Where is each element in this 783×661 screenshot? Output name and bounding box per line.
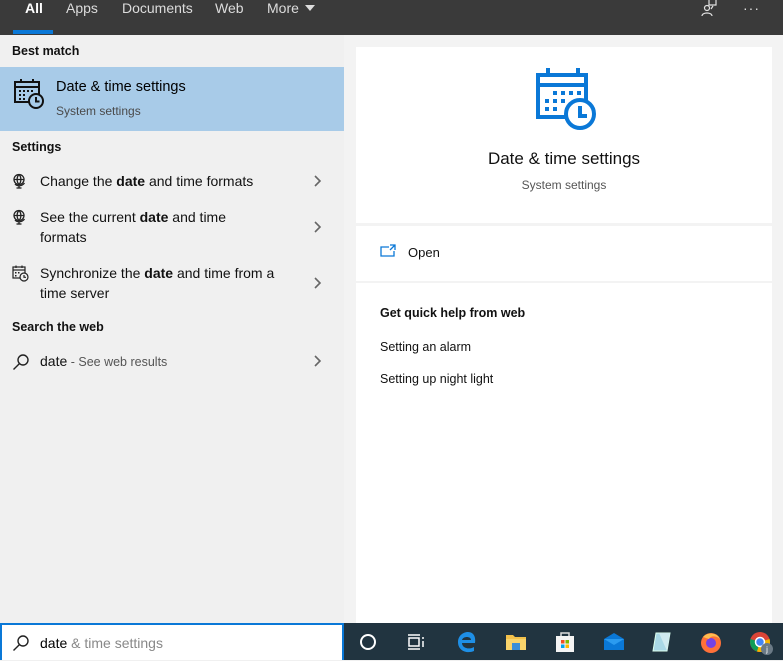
chevron-right-icon[interactable] xyxy=(312,174,322,188)
globe-icon xyxy=(12,209,28,230)
tab-documents[interactable]: Documents xyxy=(122,0,193,35)
results-panel: Best match Date & time settings System s… xyxy=(0,35,344,623)
task-view-icon[interactable] xyxy=(404,630,428,654)
tab-web-label: Web xyxy=(215,0,244,16)
chevron-right-icon[interactable] xyxy=(312,220,322,234)
settings-result-text: Synchronize the date and time from a tim… xyxy=(40,263,290,303)
preview-subtitle: System settings xyxy=(521,178,607,192)
tab-apps[interactable]: Apps xyxy=(66,0,98,35)
settings-result-text: Change the date and time formats xyxy=(40,171,290,191)
firefox-icon[interactable] xyxy=(699,630,723,654)
search-input[interactable]: date & time settings xyxy=(0,623,344,660)
chevron-right-icon[interactable] xyxy=(312,276,322,290)
search-icon xyxy=(12,634,30,657)
edge-icon[interactable] xyxy=(455,630,479,654)
caret-down-icon xyxy=(304,5,315,11)
tab-more[interactable]: More xyxy=(267,0,315,35)
svg-text:j: j xyxy=(765,645,768,654)
web-query: date xyxy=(40,353,68,369)
open-label: Open xyxy=(408,245,440,260)
chevron-right-icon[interactable] xyxy=(312,354,322,368)
search-query: date & time settings xyxy=(40,635,163,651)
more-options-glyph: ··· xyxy=(743,0,760,16)
globe-icon xyxy=(12,173,28,194)
text-highlight: date xyxy=(144,265,174,281)
mail-icon[interactable] xyxy=(602,630,626,654)
tab-web[interactable]: Web xyxy=(215,0,244,35)
text-highlight: date xyxy=(139,209,169,225)
text-pre: Change the xyxy=(40,173,117,189)
settings-result-sync-time[interactable]: Synchronize the date and time from a tim… xyxy=(0,263,344,305)
tab-more-label: More xyxy=(267,0,299,16)
text-post: and time formats xyxy=(145,173,254,189)
web-search-result[interactable]: date - See web results xyxy=(0,351,344,373)
text-pre: See the current xyxy=(40,209,140,225)
notepad-icon[interactable] xyxy=(650,630,674,654)
store-icon[interactable] xyxy=(553,630,577,654)
tab-all-label: All xyxy=(25,0,43,16)
settings-result-text: See the current date and time formats xyxy=(40,207,260,247)
settings-header: Settings xyxy=(12,140,62,154)
date-time-icon xyxy=(13,78,45,115)
quick-help-card: Get quick help from web Setting an alarm… xyxy=(356,283,772,623)
more-options-icon[interactable]: ··· xyxy=(743,0,760,20)
date-time-large-icon xyxy=(536,67,598,136)
search-web-header: Search the web xyxy=(12,320,104,334)
search-typed-text: date xyxy=(40,635,68,651)
best-match-header: Best match xyxy=(12,44,80,58)
preview-header-card: Date & time settings System settings xyxy=(356,47,772,223)
preview-title: Date & time settings xyxy=(487,149,641,168)
active-tab-indicator xyxy=(13,30,53,34)
open-icon xyxy=(380,244,396,262)
quick-help-header: Get quick help from web xyxy=(380,306,526,320)
search-autocomplete: & time settings xyxy=(67,635,163,651)
tab-apps-label: Apps xyxy=(66,0,98,16)
cortana-icon[interactable] xyxy=(356,630,380,654)
best-match-result[interactable]: Date & time settings System settings xyxy=(0,67,344,131)
search-tabs-bar: All Apps Documents Web More ··· xyxy=(0,0,783,35)
text-pre: Synchronize the xyxy=(40,265,145,281)
open-action[interactable]: Open xyxy=(356,226,772,281)
tab-documents-label: Documents xyxy=(122,0,193,16)
best-match-subtitle: System settings xyxy=(56,104,141,118)
date-time-icon xyxy=(12,265,29,287)
quick-help-link[interactable]: Setting up night light xyxy=(380,372,493,386)
web-suffix: - See web results xyxy=(67,355,168,369)
text-highlight: date xyxy=(116,173,146,189)
feedback-icon[interactable] xyxy=(700,0,720,20)
search-icon xyxy=(12,353,30,376)
chrome-icon[interactable]: j xyxy=(748,630,773,655)
best-match-title: Date & time settings xyxy=(56,79,186,95)
taskbar: j xyxy=(344,623,783,660)
web-search-text: date - See web results xyxy=(40,351,290,372)
quick-help-link[interactable]: Setting an alarm xyxy=(380,340,471,354)
settings-result-see-formats[interactable]: See the current date and time formats xyxy=(0,207,344,249)
file-explorer-icon[interactable] xyxy=(504,630,528,654)
settings-result-change-formats[interactable]: Change the date and time formats xyxy=(0,171,344,193)
